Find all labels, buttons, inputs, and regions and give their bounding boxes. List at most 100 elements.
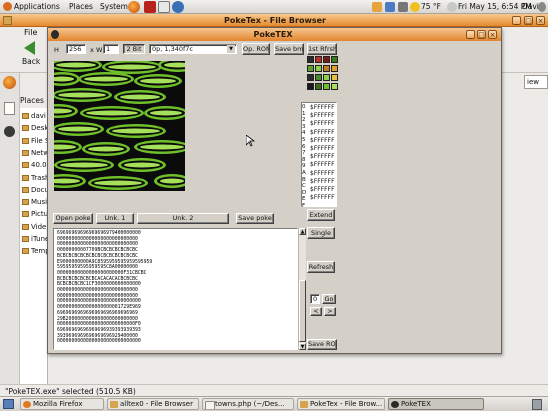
sidebar-place-item[interactable]: Temp bbox=[22, 246, 48, 258]
temperature-readout[interactable]: 75 °F bbox=[421, 2, 441, 11]
color-value[interactable]: $FFFFFF bbox=[310, 153, 335, 161]
color-value[interactable]: $FFFFFF bbox=[310, 112, 335, 120]
task-alltex-browser[interactable]: alltex0 - File Browser bbox=[107, 398, 199, 410]
bit-depth-button[interactable]: 2 Bit bbox=[123, 44, 145, 54]
hex-data-text[interactable]: 69696969696969696979400000000 00000000000… bbox=[53, 228, 298, 350]
save-rom-button[interactable]: Save ROM bbox=[307, 339, 337, 350]
applications-menu[interactable]: Applications bbox=[14, 2, 60, 11]
volume-icon[interactable] bbox=[398, 2, 408, 12]
pt-close-button[interactable]: × bbox=[488, 30, 497, 39]
first-refresh-button[interactable]: 1st Rfrsh bbox=[307, 43, 337, 55]
palette-swatch[interactable] bbox=[315, 74, 322, 81]
texture-preview[interactable] bbox=[54, 61, 185, 191]
sidebar-place-item[interactable]: Docu bbox=[22, 185, 48, 197]
open-poke-button[interactable]: Open poke bbox=[53, 213, 93, 224]
next-button[interactable]: > bbox=[324, 307, 336, 316]
palette-swatch[interactable] bbox=[315, 56, 322, 63]
refresh-button[interactable]: Refresh bbox=[307, 261, 335, 273]
save-bmp-button[interactable]: Save bmp bbox=[274, 43, 304, 55]
go-button[interactable]: Go bbox=[322, 294, 336, 304]
back-arrow-icon[interactable] bbox=[24, 41, 35, 55]
color-value[interactable]: $FFFFFF bbox=[310, 145, 335, 153]
previous-button[interactable]: < bbox=[310, 307, 322, 316]
updates-icon[interactable] bbox=[372, 2, 382, 12]
goto-input[interactable]: 0 bbox=[310, 294, 320, 304]
open-rom-button[interactable]: Op. ROM bbox=[242, 43, 270, 55]
sidebar-place-item[interactable]: iTune bbox=[22, 234, 48, 246]
email-launcher-icon[interactable] bbox=[158, 1, 170, 13]
dropdown-arrow-icon[interactable]: ▼ bbox=[227, 45, 235, 53]
file-browser-titlebar[interactable]: PokeTex - File Browser bbox=[0, 14, 548, 27]
palette-swatch[interactable] bbox=[331, 65, 338, 72]
extend-button[interactable]: Extend bbox=[307, 209, 335, 221]
firefox-launcher-icon[interactable] bbox=[128, 1, 140, 13]
palette-swatch[interactable] bbox=[331, 74, 338, 81]
fb-minimize-button[interactable]: _ bbox=[512, 16, 521, 25]
offset-combo[interactable]: 0p, 1,340f7c ▼ bbox=[149, 44, 237, 54]
palette-swatch[interactable] bbox=[323, 56, 330, 63]
places-menu[interactable]: Places bbox=[69, 2, 93, 11]
sidebar-place-item[interactable]: Netw bbox=[22, 148, 48, 160]
help-launcher-icon[interactable] bbox=[172, 1, 184, 13]
color-value[interactable]: $FFFFFF bbox=[310, 170, 335, 178]
window-menu-icon[interactable] bbox=[3, 16, 12, 25]
palette-swatch[interactable] bbox=[323, 65, 330, 72]
color-value[interactable]: $FFFFFF bbox=[310, 120, 335, 128]
color-value[interactable]: $FFFFFF bbox=[310, 129, 335, 137]
trash-icon[interactable] bbox=[532, 399, 542, 410]
task-towns-php[interactable]: towns.php (~/Des... bbox=[202, 398, 294, 410]
fb-maximize-button[interactable]: □ bbox=[524, 16, 533, 25]
back-button-label[interactable]: Back bbox=[22, 57, 40, 66]
palette-grid[interactable] bbox=[307, 56, 338, 96]
clock-datetime[interactable]: Fri May 15, 6:54 PM bbox=[458, 2, 532, 11]
system-menu[interactable]: System bbox=[100, 2, 128, 11]
sidebar-place-item[interactable]: Vide bbox=[22, 222, 48, 234]
pt-maximize-button[interactable]: □ bbox=[477, 30, 486, 39]
scroll-thumb[interactable] bbox=[299, 280, 306, 342]
color-value[interactable]: $FFFFFF bbox=[310, 104, 335, 112]
filezilla-launcher-icon[interactable] bbox=[144, 1, 156, 13]
palette-swatch[interactable] bbox=[315, 83, 322, 90]
pt-minimize-button[interactable]: _ bbox=[466, 30, 475, 39]
sidebar-place-item[interactable]: Musi bbox=[22, 197, 48, 209]
palette-swatch[interactable] bbox=[307, 65, 314, 72]
text-editor-icon[interactable] bbox=[4, 102, 15, 115]
poketex-titlebar[interactable]: PokeTEX _ □ × bbox=[48, 28, 501, 41]
ubuntu-logo-icon[interactable] bbox=[3, 2, 12, 11]
palette-swatch[interactable] bbox=[331, 56, 338, 63]
color-value[interactable]: $FFFFFF bbox=[310, 194, 335, 202]
sidebar-place-item[interactable]: Pictu bbox=[22, 209, 48, 221]
palette-swatch[interactable] bbox=[315, 65, 322, 72]
show-desktop-icon[interactable] bbox=[3, 399, 14, 409]
view-mode-combo[interactable]: iew bbox=[524, 75, 548, 89]
color-value[interactable]: $FFFFFF bbox=[310, 178, 335, 186]
color-value[interactable]: $FFFFFF bbox=[310, 186, 335, 194]
unknown-1-button[interactable]: Unk. 1 bbox=[96, 213, 134, 224]
width-input[interactable]: 1 bbox=[103, 44, 119, 54]
palette-swatch[interactable] bbox=[323, 74, 330, 81]
firefox-app-icon[interactable] bbox=[3, 76, 16, 89]
scroll-up-arrow-icon[interactable]: ▲ bbox=[299, 228, 306, 235]
network-icon[interactable] bbox=[385, 2, 395, 12]
poketex-app-icon[interactable] bbox=[51, 30, 59, 39]
power-icon[interactable] bbox=[538, 2, 546, 12]
palette-swatch[interactable] bbox=[307, 83, 314, 90]
sidebar-place-item[interactable]: File S bbox=[22, 136, 48, 148]
sidebar-place-item[interactable]: Desk bbox=[22, 123, 48, 135]
color-value[interactable]: $FFFFFF bbox=[310, 161, 335, 169]
unknown-2-button[interactable]: Unk. 2 bbox=[137, 213, 229, 224]
palette-swatch[interactable] bbox=[307, 74, 314, 81]
fb-file-menu[interactable]: File bbox=[24, 28, 37, 37]
fb-close-button[interactable]: × bbox=[536, 16, 545, 25]
sidebar-place-item[interactable]: 40.0 bbox=[22, 160, 48, 172]
height-input[interactable]: 256 bbox=[66, 44, 86, 54]
single-button[interactable]: Single bbox=[307, 227, 335, 239]
application-icon[interactable] bbox=[4, 126, 15, 137]
save-poke-button[interactable]: Save poke bbox=[236, 213, 274, 224]
palette-swatch[interactable] bbox=[323, 83, 330, 90]
hex-scrollbar[interactable]: ▲ ▼ bbox=[298, 228, 306, 350]
sidebar-place-item[interactable]: Trash bbox=[22, 173, 48, 185]
palette-swatch[interactable] bbox=[331, 83, 338, 90]
scroll-down-arrow-icon[interactable]: ▼ bbox=[299, 343, 306, 350]
task-poketex[interactable]: PokeTEX bbox=[388, 398, 484, 410]
